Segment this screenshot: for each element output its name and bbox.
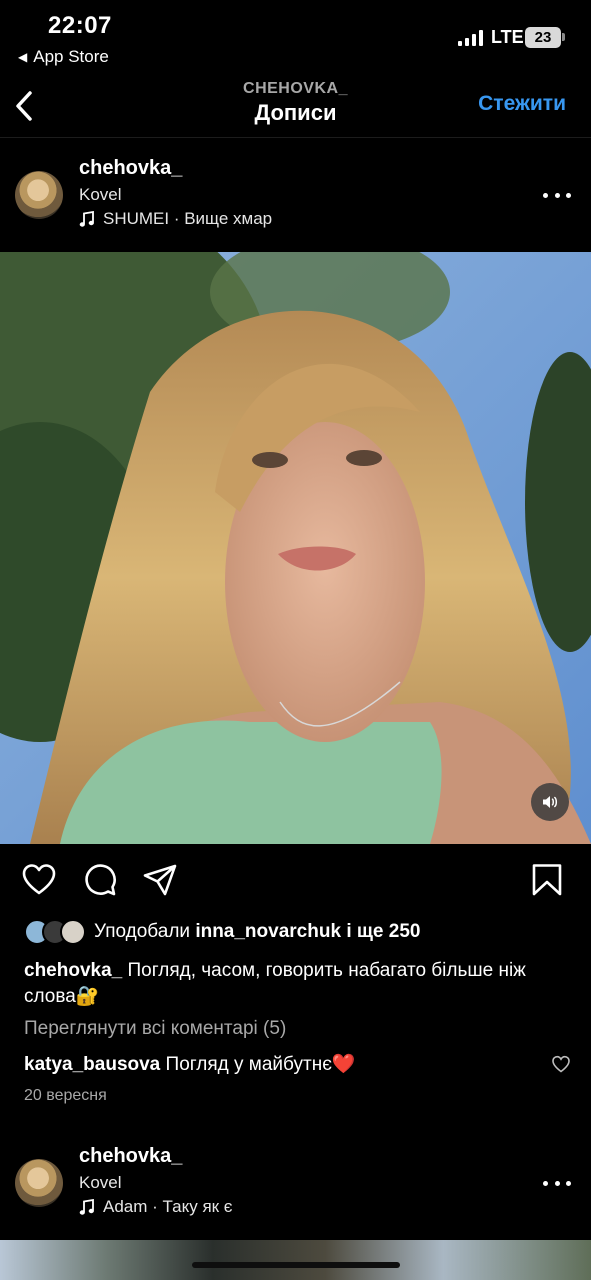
- network-type: LTE: [491, 27, 524, 47]
- back-triangle-icon: ◀: [18, 50, 28, 64]
- comment-icon[interactable]: [82, 862, 118, 898]
- comment-heart-icon[interactable]: [551, 1054, 571, 1074]
- heart-icon[interactable]: [21, 862, 57, 898]
- post-photo[interactable]: [0, 252, 591, 844]
- share-icon[interactable]: [142, 862, 178, 898]
- home-indicator[interactable]: [192, 1262, 400, 1268]
- speaker-icon: [543, 796, 558, 808]
- post-caption: chehovka_ Погляд, часом, говорить набага…: [24, 958, 574, 1010]
- next-post-header: chehovka_ Kovel Adam · Таку як є: [0, 1128, 591, 1238]
- post-username[interactable]: chehovka_: [79, 157, 182, 180]
- likes-summary[interactable]: Уподобали inna_novarchuk і ще 250: [24, 918, 420, 946]
- comment-username[interactable]: katya_bausova: [24, 1054, 160, 1075]
- likes-text: Уподобали inna_novarchuk і ще 250: [94, 921, 420, 943]
- view-all-comments[interactable]: Переглянути всі коментарі (5): [24, 1018, 286, 1040]
- post-date: 20 вересня: [24, 1087, 107, 1104]
- bookmark-icon[interactable]: [529, 862, 565, 898]
- avatar[interactable]: [15, 171, 63, 219]
- signal-icon: [458, 30, 484, 46]
- likes-user[interactable]: inna_novarchuk: [195, 921, 341, 942]
- post-music[interactable]: SHUMEI · Вище хмар: [79, 209, 272, 229]
- liker-avatar: [60, 919, 86, 945]
- post-header: chehovka_ Kovel SHUMEI · Вище хмар: [0, 140, 591, 250]
- volume-icon[interactable]: [531, 783, 569, 821]
- likes-suffix[interactable]: і ще 250: [346, 921, 420, 942]
- post-location[interactable]: Kovel: [79, 185, 122, 205]
- comment: katya_bausova Погляд у майбутнє❤️: [24, 1052, 356, 1076]
- nav-header: CHEHOVKA_ Дописи Стежити: [0, 74, 591, 138]
- status-time: 22:07: [48, 12, 112, 39]
- battery-icon: 23: [525, 27, 561, 48]
- avatar[interactable]: [15, 1159, 63, 1207]
- comment-text: Погляд у майбутнє❤️: [165, 1054, 356, 1075]
- next-post-photo[interactable]: [0, 1240, 591, 1280]
- follow-button[interactable]: Стежити: [478, 92, 566, 116]
- back-to-app-store[interactable]: ◀ App Store: [18, 47, 109, 67]
- status-bar: 22:07 ◀ App Store LTE 23: [0, 0, 591, 74]
- music-label: Adam · Таку як є: [103, 1197, 233, 1216]
- music-note-icon: [79, 1198, 94, 1215]
- post-location[interactable]: Kovel: [79, 1173, 122, 1193]
- post-music[interactable]: Adam · Таку як є: [79, 1197, 232, 1217]
- caption-username[interactable]: chehovka_: [24, 960, 122, 981]
- music-note-icon: [79, 210, 94, 227]
- likes-prefix: Уподобали: [94, 921, 191, 942]
- ellipsis-icon[interactable]: [543, 191, 571, 199]
- post-username[interactable]: chehovka_: [79, 1145, 182, 1168]
- ellipsis-icon[interactable]: [543, 1179, 571, 1187]
- music-label: SHUMEI · Вище хмар: [103, 209, 273, 228]
- back-app-label: App Store: [33, 47, 109, 66]
